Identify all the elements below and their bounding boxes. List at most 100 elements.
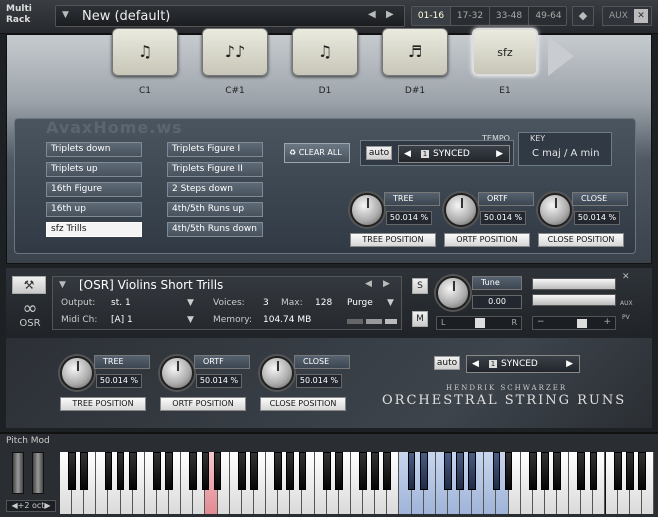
lower-close-position-button[interactable]: CLOSE POSITION [260, 397, 346, 411]
black-key[interactable] [504, 452, 513, 490]
next-page-arrow-icon[interactable] [548, 36, 574, 76]
pad-d1[interactable]: ♫ [292, 28, 358, 76]
black-key[interactable] [322, 452, 331, 490]
octave-up-icon[interactable]: ▶ [44, 501, 50, 510]
pad-dsharp1[interactable]: ♬ [382, 28, 448, 76]
black-key[interactable] [371, 452, 380, 490]
black-key[interactable] [116, 452, 125, 490]
sync-next-icon[interactable]: ▶ [496, 146, 503, 162]
purge-menu[interactable]: Purge [347, 298, 373, 308]
tab-01-16[interactable]: 01-16 [412, 7, 451, 25]
black-key[interactable] [468, 452, 477, 490]
black-key[interactable] [334, 452, 343, 490]
output-value[interactable]: st. 1 [111, 298, 131, 308]
black-key[interactable] [80, 452, 89, 490]
instrument-close-icon[interactable]: ✕ [622, 272, 630, 282]
mod-wheel[interactable] [32, 452, 44, 494]
articulation-4th-5th-runs-up[interactable]: 4th/5th Runs up [167, 202, 263, 217]
black-key[interactable] [419, 452, 428, 490]
preset-prev-icon[interactable]: ◀ [368, 9, 376, 20]
articulation-4th-5th-runs-down[interactable]: 4th/5th Runs down [167, 222, 263, 237]
preset-next-icon[interactable]: ▶ [386, 9, 394, 20]
tune-knob[interactable] [436, 276, 470, 310]
black-key[interactable] [589, 452, 598, 490]
pv-button[interactable]: PV [622, 314, 630, 321]
lower-sync-next-icon[interactable]: ▶ [566, 356, 573, 372]
black-key[interactable] [250, 452, 258, 490]
pitch-wheel[interactable] [12, 452, 24, 494]
black-key[interactable] [528, 452, 537, 490]
preset-selector[interactable]: ▼ New (default) ◀ ▶ [55, 5, 405, 27]
articulation-triplets-down[interactable]: Triplets down [46, 142, 142, 157]
lower-close-knob[interactable] [260, 356, 294, 390]
black-key[interactable] [383, 452, 392, 490]
output-dropdown-icon[interactable]: ▼ [187, 298, 194, 308]
lower-sync-prev-icon[interactable]: ◀ [472, 356, 479, 372]
articulation-triplets-figure-2[interactable]: Triplets Figure II [167, 162, 263, 177]
black-key[interactable] [444, 452, 452, 490]
tree-knob[interactable] [350, 193, 384, 227]
black-key[interactable] [274, 452, 283, 490]
instrument-dropdown-icon[interactable]: ▼ [59, 280, 66, 290]
tab-33-48[interactable]: 33-48 [490, 7, 529, 25]
black-key[interactable] [165, 452, 173, 490]
tab-49-64[interactable]: 49-64 [529, 7, 568, 25]
instrument-name[interactable]: [OSR] Violins Short Trills [79, 278, 223, 292]
black-key[interactable] [104, 452, 113, 490]
black-key[interactable] [68, 452, 76, 490]
black-key[interactable] [128, 452, 137, 490]
black-key[interactable] [359, 452, 367, 490]
black-key[interactable] [201, 452, 210, 490]
black-key[interactable] [613, 452, 622, 490]
mute-button[interactable]: M [412, 311, 428, 327]
articulation-16th-figure[interactable]: 16th Figure [46, 182, 142, 197]
lower-ortf-knob[interactable] [160, 356, 194, 390]
pad-c1[interactable]: ♫ [112, 28, 178, 76]
articulation-16th-up[interactable]: 16th up [46, 202, 142, 217]
black-key[interactable] [541, 452, 549, 490]
tempo-sync-selector[interactable]: ◀ 1 SYNCED ▶ [398, 145, 510, 163]
black-key[interactable] [298, 452, 307, 490]
close-knob[interactable] [538, 193, 572, 227]
tempo-auto-button[interactable]: auto [366, 146, 392, 160]
articulation-triplets-figure-1[interactable]: Triplets Figure I [167, 142, 263, 157]
close-position-button[interactable]: CLOSE POSITION [538, 233, 624, 247]
tab-17-32[interactable]: 17-32 [451, 7, 490, 25]
pad-e1[interactable]: sfz [472, 28, 538, 76]
lower-tree-position-button[interactable]: TREE POSITION [60, 397, 146, 411]
volume-handle[interactable] [577, 319, 587, 328]
black-key[interactable] [407, 452, 416, 490]
sync-prev-icon[interactable]: ◀ [404, 146, 411, 162]
purge-dropdown-icon[interactable]: ▼ [387, 298, 394, 308]
black-key[interactable] [153, 452, 161, 490]
articulation-2-steps-down[interactable]: 2 Steps down [167, 182, 263, 197]
black-key[interactable] [456, 452, 464, 490]
octave-selector[interactable]: ◀+2 oct▶ [6, 500, 56, 512]
ortf-knob[interactable] [444, 193, 478, 227]
black-key[interactable] [213, 452, 222, 490]
midi-channel-value[interactable]: [A] 1 [111, 315, 133, 325]
preset-dropdown-icon[interactable]: ▼ [62, 10, 69, 20]
volume-slider[interactable]: − + [532, 316, 616, 330]
pad-csharp1[interactable]: ♪♪ [202, 28, 268, 76]
clear-all-button[interactable]: ♻ CLEAR ALL [284, 143, 350, 163]
black-key[interactable] [237, 452, 246, 490]
lower-tree-knob[interactable] [60, 356, 94, 390]
pan-slider[interactable]: L R [436, 316, 522, 330]
articulation-sfz-trills[interactable]: sfz Trills [46, 222, 142, 237]
solo-button[interactable]: S [412, 278, 428, 294]
volume-minus-icon[interactable]: − [537, 317, 545, 327]
black-key[interactable] [189, 452, 198, 490]
black-key[interactable] [286, 452, 295, 490]
instrument-prev-icon[interactable]: ◀ [365, 279, 372, 289]
lower-sync-selector[interactable]: ◀ 1 SYNCED ▶ [466, 355, 580, 373]
lower-ortf-position-button[interactable]: ORTF POSITION [160, 397, 246, 411]
articulation-triplets-up[interactable]: Triplets up [46, 162, 142, 177]
black-key[interactable] [577, 452, 586, 490]
wrench-icon[interactable]: ⚒ [12, 276, 46, 294]
midi-dropdown-icon[interactable]: ▼ [187, 315, 194, 325]
black-key[interactable] [625, 452, 634, 490]
black-key[interactable] [637, 452, 646, 490]
close-icon[interactable]: ✕ [634, 9, 648, 23]
tree-position-button[interactable]: TREE POSITION [350, 233, 436, 247]
